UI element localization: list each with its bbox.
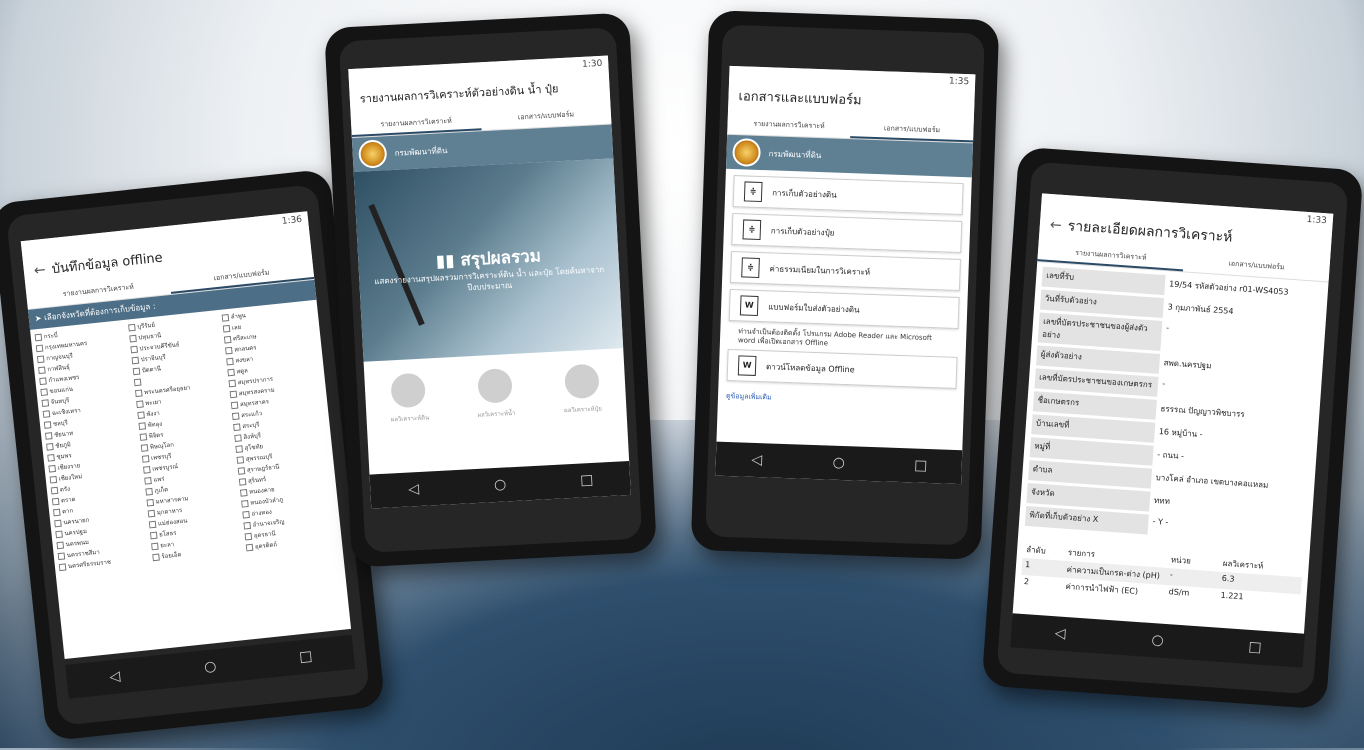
- page-title: บันทึกข้อมูล offline: [51, 250, 164, 278]
- soil-analysis-button[interactable]: ผลวิเคราะห์ดิน: [373, 372, 446, 426]
- phone-summary: 1:30 รายงานผลการวิเคราะห์ตัวอย่างดิน น้ำ…: [324, 12, 657, 568]
- back-nav-icon[interactable]: ◁: [742, 452, 773, 469]
- fertilizer-analysis-button[interactable]: ผลวิเคราะห์ปุ๋ย: [546, 363, 619, 417]
- detail-table: เลขที่รับ 19/54 รหัสตัวอย่าง r01-WS4053 วั…: [1018, 262, 1328, 553]
- home-nav-icon[interactable]: ○: [485, 476, 516, 494]
- phone-detail: 1:33 ← รายละเอียดผลการวิเคราะห์ รายงานผลก…: [981, 146, 1364, 710]
- more-info-link[interactable]: ดูข้อมูลเพิ่มเติม: [726, 387, 956, 410]
- analysis-shortcuts: ผลวิเคราะห์ดิน ผลวิเคราะห์น้ำ ผลวิเคราะห…: [364, 348, 627, 426]
- detail-label: เลขที่บัตรประชาชนของผู้ส่งตัวอย่าง: [1037, 312, 1163, 351]
- pdf-icon: ≑: [742, 219, 762, 241]
- phone-documents: 1:35 เอกสารและแบบฟอร์ม รายงานผลการวิเครา…: [690, 10, 1000, 560]
- doc-analysis-fees[interactable]: ≑ ค่าธรรมเนียมในการวิเคราะห์: [730, 251, 961, 292]
- summary-banner[interactable]: ▮▮ สรุปผลรวม แสดงรายงานสรุปผลรวมการวิเคร…: [353, 158, 624, 362]
- recents-nav-icon[interactable]: □: [290, 647, 322, 666]
- org-name: กรมพัฒนาที่ดิน: [768, 148, 822, 160]
- phone-offline: 1:36 ← บันทึกข้อมูล offline รายงานผลการวิ…: [0, 168, 386, 742]
- pdf-icon: ≑: [743, 181, 763, 203]
- document-list: ≑ การเก็บตัวอย่างดิน ≑ การเก็บตัวอย่างปุ๋ย…: [718, 169, 972, 416]
- install-note: ท่านจำเป็นต้องติดตั้ง โปรแกรม Adobe Read…: [737, 327, 933, 348]
- ldd-logo-icon: [732, 138, 762, 167]
- screen-offline: 1:36 ← บันทึกข้อมูล offline รายงานผลการวิ…: [20, 211, 352, 660]
- province-grid: กระบี่ บุรีรัมย์ ลำพูน กรุงเทพมหานคร ปทุมธาน…: [30, 300, 342, 577]
- result-table: ลำดับ รายการ หน่วย ผลวิเคราะห์ 1 ค่าความ…: [1014, 540, 1309, 611]
- screen-summary: 1:30 รายงานผลการวิเคราะห์ตัวอย่างดิน น้ำ…: [348, 55, 631, 509]
- home-nav-icon[interactable]: ○: [195, 657, 227, 676]
- water-analysis-button[interactable]: ผลวิเคราะห์น้ำ: [459, 367, 532, 421]
- word-icon: W: [739, 295, 759, 316]
- org-name: กรมพัฒนาที่ดิน: [394, 145, 448, 158]
- back-nav-icon[interactable]: ◁: [99, 667, 131, 686]
- back-nav-icon[interactable]: ◁: [398, 481, 429, 499]
- water-drop-icon: [477, 368, 513, 404]
- back-arrow-icon[interactable]: ←: [32, 254, 53, 286]
- pdf-icon: ≑: [741, 257, 760, 279]
- home-nav-icon[interactable]: ○: [824, 454, 855, 471]
- recents-nav-icon[interactable]: □: [1240, 638, 1271, 656]
- recents-nav-icon[interactable]: □: [905, 457, 936, 474]
- home-nav-icon[interactable]: ○: [1142, 631, 1173, 649]
- recents-nav-icon[interactable]: □: [571, 471, 602, 489]
- globe-icon: [390, 372, 427, 409]
- tab-documents[interactable]: เอกสาร/แบบฟอร์ม: [850, 116, 974, 143]
- leaf-icon: [563, 363, 600, 400]
- back-nav-icon[interactable]: ◁: [1045, 625, 1076, 643]
- tab-analysis-report[interactable]: รายงานผลการวิเคราะห์: [727, 112, 851, 138]
- back-arrow-icon[interactable]: ←: [1049, 210, 1069, 241]
- doc-soil-sampling[interactable]: ≑ การเก็บตัวอย่างดิน: [732, 175, 964, 216]
- ldd-logo-icon: [358, 139, 388, 169]
- page-title: รายละเอียดผลการวิเคราะห์: [1067, 218, 1233, 246]
- download-offline-button[interactable]: W ดาวน์โหลดข้อมูล Offline: [726, 348, 958, 389]
- screen-detail: 1:33 ← รายละเอียดผลการวิเคราะห์ รายงานผลก…: [1012, 193, 1334, 638]
- screen-documents: 1:35 เอกสารและแบบฟอร์ม รายงานผลการวิเครา…: [715, 65, 976, 485]
- doc-fertilizer-sampling[interactable]: ≑ การเก็บตัวอย่างปุ๋ย: [731, 213, 963, 254]
- word-icon: W: [737, 355, 757, 376]
- doc-soil-submission-form[interactable]: W แบบฟอร์มใบส่งตัวอย่างดิน: [728, 288, 960, 329]
